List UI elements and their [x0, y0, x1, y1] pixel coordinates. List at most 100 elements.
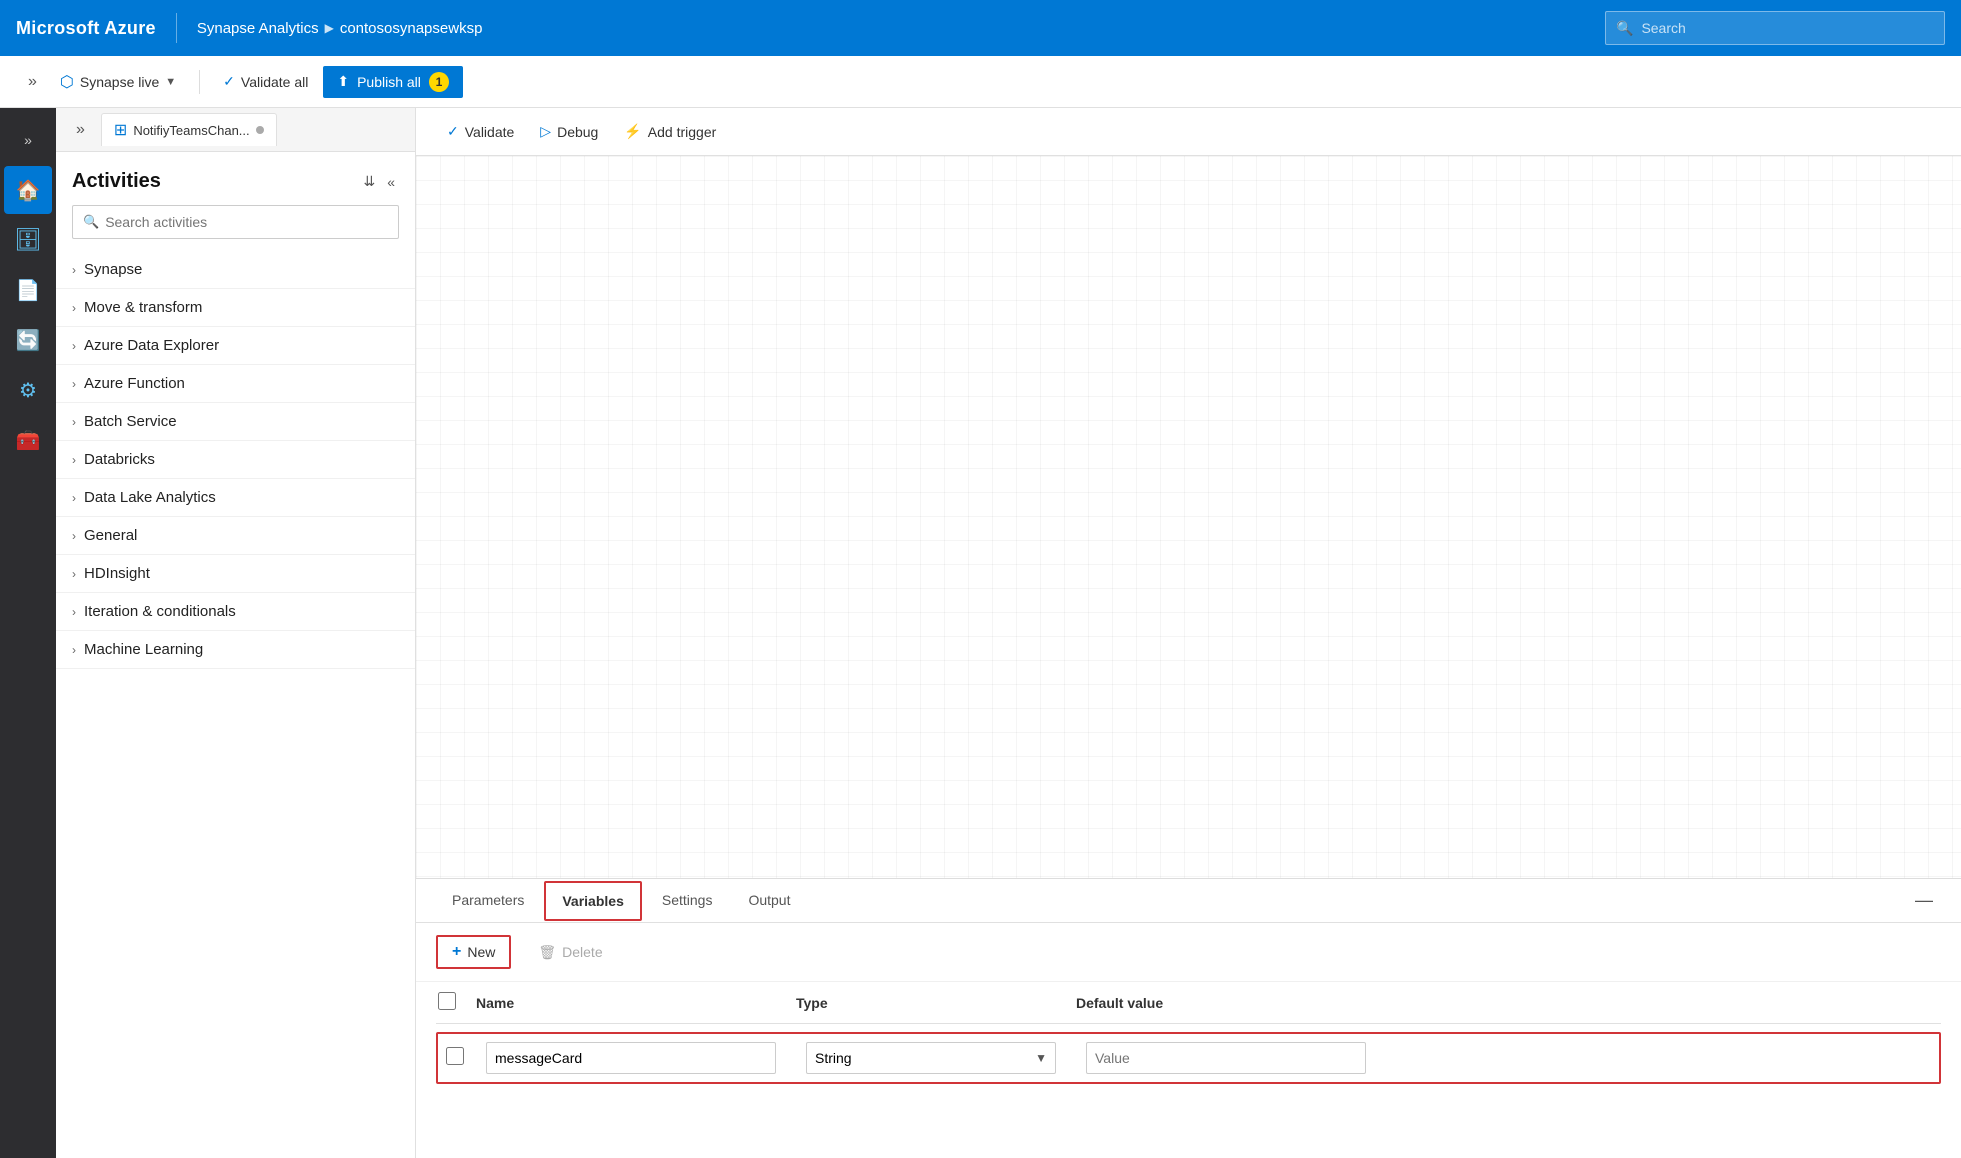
- chevron-icon: ›: [72, 301, 76, 315]
- sidebar-item-home[interactable]: 🏠: [4, 166, 52, 214]
- icon-sidebar: » 🏠 🗄 📄 🔄 ⚙ 🧰: [0, 108, 56, 1158]
- synapse-icon: ⬡: [60, 72, 74, 92]
- global-search-input[interactable]: [1641, 20, 1934, 36]
- activity-label: Azure Function: [84, 375, 185, 392]
- sidebar-item-integrate[interactable]: 🔄: [4, 316, 52, 364]
- variables-toolbar: + New 🗑 Delete: [416, 923, 1961, 982]
- validate-button[interactable]: ✓ Validate: [436, 117, 525, 146]
- pipeline-icon: ⊞: [114, 120, 127, 140]
- table-header: Name Type Default value: [436, 982, 1941, 1024]
- tab-output[interactable]: Output: [732, 882, 806, 920]
- chevron-icon: ›: [72, 605, 76, 619]
- chevron-down-icon: ▼: [1035, 1051, 1047, 1065]
- top-nav: Synapse Analytics ▶ contososynapsewksp: [197, 20, 483, 37]
- close-panel-button[interactable]: «: [383, 171, 399, 192]
- publish-badge: 1: [429, 72, 449, 92]
- row-name-col: [486, 1042, 806, 1074]
- activity-item-iteration-conditionals[interactable]: › Iteration & conditionals: [56, 593, 415, 631]
- main-layout: » 🏠 🗄 📄 🔄 ⚙ 🧰 » ⊞ NotifiyTeamsChan... Ac…: [0, 108, 1961, 1158]
- variable-row: String Boolean Integer Float Array ▼: [436, 1032, 1941, 1084]
- collapse-buttons: ⇊ «: [359, 171, 399, 192]
- chevron-icon: ›: [72, 415, 76, 429]
- sidebar-expand-button[interactable]: »: [20, 67, 45, 97]
- sidebar-item-monitor[interactable]: ⚙: [4, 366, 52, 414]
- publish-all-button[interactable]: ⬆ Publish all 1: [323, 66, 463, 98]
- activity-item-hdinsight[interactable]: › HDInsight: [56, 555, 415, 593]
- add-trigger-button[interactable]: ⚡ Add trigger: [613, 117, 727, 146]
- chevron-icon: ›: [72, 567, 76, 581]
- bottom-panel-tabs: Parameters Variables Settings Output —: [416, 879, 1961, 923]
- tab-variables[interactable]: Variables: [544, 881, 642, 921]
- synapse-live-button[interactable]: ⬡ Synapse live ▼: [49, 66, 187, 98]
- activity-item-synapse[interactable]: › Synapse: [56, 251, 415, 289]
- chevron-icon: ›: [72, 453, 76, 467]
- checkmark-icon: ✓: [223, 73, 235, 90]
- variable-name-input[interactable]: [486, 1042, 776, 1074]
- activity-label: Machine Learning: [84, 641, 203, 658]
- select-all-checkbox[interactable]: [438, 992, 456, 1010]
- sidebar-item-manage[interactable]: 🧰: [4, 416, 52, 464]
- collapse-all-button[interactable]: ⇊: [359, 171, 379, 192]
- checkmark-icon: ✓: [447, 123, 459, 140]
- publish-icon: ⬆: [337, 73, 349, 90]
- chevron-icon: ›: [72, 643, 76, 657]
- header-name: Name: [476, 995, 796, 1011]
- tab-settings[interactable]: Settings: [646, 882, 729, 920]
- validate-all-button[interactable]: ✓ Validate all: [212, 67, 319, 96]
- activity-item-azure-data-explorer[interactable]: › Azure Data Explorer: [56, 327, 415, 365]
- chevron-down-icon: ▼: [165, 76, 176, 88]
- second-toolbar: » ⬡ Synapse live ▼ ✓ Validate all ⬆ Publ…: [0, 56, 1961, 108]
- row-checkbox[interactable]: [446, 1047, 464, 1065]
- pipeline-canvas[interactable]: [416, 156, 1961, 878]
- tab-label: NotifiyTeamsChan...: [133, 123, 249, 138]
- delete-variable-button[interactable]: 🗑 Delete: [523, 937, 617, 968]
- search-icon: 🔍: [83, 214, 99, 230]
- activity-item-data-lake-analytics[interactable]: › Data Lake Analytics: [56, 479, 415, 517]
- activities-list: › Synapse › Move & transform › Azure Dat…: [56, 251, 415, 669]
- panel-expand-button[interactable]: »: [68, 115, 93, 145]
- tab-settings-label: Settings: [662, 892, 713, 908]
- activity-item-machine-learning[interactable]: › Machine Learning: [56, 631, 415, 669]
- activity-label: HDInsight: [84, 565, 150, 582]
- tab-unsaved-dot: [256, 126, 264, 134]
- nav-app[interactable]: Synapse Analytics: [197, 20, 319, 37]
- activity-item-azure-function[interactable]: › Azure Function: [56, 365, 415, 403]
- canvas-toolbar: ✓ Validate ▷ Debug ⚡ Add trigger: [416, 108, 1961, 156]
- activities-search-box[interactable]: 🔍: [72, 205, 399, 239]
- activity-item-databricks[interactable]: › Databricks: [56, 441, 415, 479]
- activity-label: Data Lake Analytics: [84, 489, 216, 506]
- plus-icon: +: [452, 943, 461, 961]
- default-value-input[interactable]: [1086, 1042, 1366, 1074]
- new-variable-button[interactable]: + New: [436, 935, 511, 969]
- chevron-icon: ›: [72, 377, 76, 391]
- row-check-col: [446, 1047, 486, 1070]
- activities-search-input[interactable]: [105, 214, 388, 230]
- chevron-icon: ›: [72, 491, 76, 505]
- global-search-box[interactable]: 🔍: [1605, 11, 1945, 45]
- play-icon: ▷: [540, 123, 551, 140]
- activity-item-batch-service[interactable]: › Batch Service: [56, 403, 415, 441]
- activity-label: General: [84, 527, 137, 544]
- minimize-button[interactable]: —: [1907, 886, 1941, 915]
- sidebar-expand-toggle[interactable]: »: [4, 116, 52, 164]
- top-divider: [176, 13, 177, 43]
- pipeline-tab[interactable]: ⊞ NotifiyTeamsChan...: [101, 113, 277, 146]
- activity-item-move-transform[interactable]: › Move & transform: [56, 289, 415, 327]
- activity-label: Batch Service: [84, 413, 177, 430]
- tab-parameters[interactable]: Parameters: [436, 882, 540, 920]
- sidebar-item-data[interactable]: 🗄: [4, 216, 52, 264]
- sidebar-item-develop[interactable]: 📄: [4, 266, 52, 314]
- activities-header: Activities ⇊ «: [56, 152, 415, 205]
- debug-button[interactable]: ▷ Debug: [529, 117, 609, 146]
- azure-logo: Microsoft Azure: [16, 18, 156, 39]
- activities-tab-bar: » ⊞ NotifiyTeamsChan...: [56, 108, 415, 152]
- activity-label: Azure Data Explorer: [84, 337, 219, 354]
- canvas-area: ✓ Validate ▷ Debug ⚡ Add trigger Paramet…: [416, 108, 1961, 1158]
- type-select[interactable]: String Boolean Integer Float Array: [815, 1043, 1035, 1073]
- activity-label: Iteration & conditionals: [84, 603, 236, 620]
- tab-variables-label: Variables: [562, 893, 624, 909]
- chevron-icon: ›: [72, 339, 76, 353]
- new-label: New: [467, 944, 495, 960]
- activity-item-general[interactable]: › General: [56, 517, 415, 555]
- activities-panel: » ⊞ NotifiyTeamsChan... Activities ⇊ « 🔍…: [56, 108, 416, 1158]
